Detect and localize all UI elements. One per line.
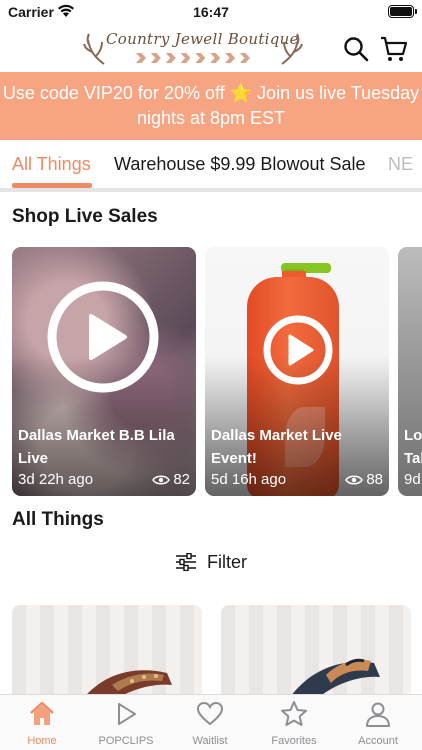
brand-name: Country Jewell Boutique xyxy=(106,30,299,48)
app-header: Country Jewell Boutique xyxy=(0,24,422,72)
video-age: 3d 22h ago xyxy=(18,471,94,488)
home-icon xyxy=(30,701,54,725)
antler-left-icon xyxy=(83,33,105,65)
eye-icon xyxy=(152,475,171,484)
nav-account-label: Account xyxy=(358,735,398,747)
filter-button[interactable]: Filter xyxy=(0,549,422,575)
logo-arrows-decoration xyxy=(136,53,250,63)
filter-label: Filter xyxy=(207,551,247,572)
nav-home[interactable]: Home xyxy=(0,695,84,750)
tab-all-things[interactable]: All Things xyxy=(12,154,91,175)
view-count: 88 xyxy=(345,471,383,488)
boutique-logo[interactable]: Country Jewell Boutique xyxy=(82,28,304,68)
sliders-icon xyxy=(176,553,196,571)
status-bar: Carrier 16:47 xyxy=(0,0,422,24)
view-count: 82 xyxy=(152,471,190,488)
tab-warehouse-blowout[interactable]: Warehouse $9.99 Blowout Sale xyxy=(114,154,366,175)
play-icon[interactable] xyxy=(46,280,160,394)
video-card[interactable]: Dallas Market B.B Lila Live 3d 22h ago 8… xyxy=(12,247,196,496)
nav-waitlist-label: Waitlist xyxy=(192,735,228,747)
promo-line-1: Use code VIP20 for 20% off ⭐ Join us liv… xyxy=(2,83,420,103)
nav-home-label: Home xyxy=(27,735,57,747)
category-tabs: All Things Warehouse $9.99 Blowout Sale … xyxy=(0,140,422,192)
view-count-value: 88 xyxy=(366,471,383,488)
cart-button[interactable] xyxy=(379,34,409,64)
nav-waitlist[interactable]: Waitlist xyxy=(168,695,252,750)
video-age: 5d 16h ago xyxy=(211,471,287,488)
nav-favorites[interactable]: Favorites xyxy=(252,695,336,750)
live-sales-title: Shop Live Sales xyxy=(12,206,158,227)
video-card[interactable]: Lo Tal 9d xyxy=(398,247,422,496)
cart-icon xyxy=(381,36,408,61)
search-icon xyxy=(344,37,369,62)
video-title: Lo Tal xyxy=(404,427,422,467)
video-title: Dallas Market Live Event! xyxy=(211,427,342,467)
product-card[interactable] xyxy=(221,605,411,705)
product-card[interactable] xyxy=(12,605,202,705)
play-icon[interactable] xyxy=(263,315,333,385)
video-card[interactable]: Dallas Market Live Event! 5d 16h ago 88 xyxy=(205,247,389,496)
battery-icon xyxy=(388,5,417,18)
nav-popclips-label: POPCLIPS xyxy=(98,735,154,747)
clock: 16:47 xyxy=(193,4,229,20)
heart-icon xyxy=(196,701,224,726)
person-icon xyxy=(366,702,390,727)
all-things-title: All Things xyxy=(12,509,104,530)
nav-popclips[interactable]: POPCLIPS xyxy=(84,695,168,750)
search-button[interactable] xyxy=(341,34,371,64)
star-icon xyxy=(281,701,307,726)
play-icon xyxy=(118,703,136,725)
promo-banner[interactable]: Use code VIP20 for 20% off ⭐ Join us liv… xyxy=(0,72,422,140)
product-image xyxy=(286,658,380,705)
video-title: Dallas Market B.B Lila Live xyxy=(18,427,175,467)
view-count-value: 82 xyxy=(173,471,190,488)
tab-new[interactable]: NE xyxy=(388,154,413,175)
nav-account[interactable]: Account xyxy=(336,695,420,750)
active-tab-indicator xyxy=(12,183,92,188)
nav-favorites-label: Favorites xyxy=(271,735,317,747)
video-age: 9d xyxy=(404,471,421,488)
antler-right-icon xyxy=(281,33,303,65)
eye-icon xyxy=(345,475,364,484)
bottom-tab-bar: Home POPCLIPS Waitlist Favorites Account xyxy=(0,694,422,750)
promo-line-2: nights at 8pm EST xyxy=(136,108,286,128)
live-sales-carousel[interactable]: Dallas Market B.B Lila Live 3d 22h ago 8… xyxy=(0,247,422,497)
